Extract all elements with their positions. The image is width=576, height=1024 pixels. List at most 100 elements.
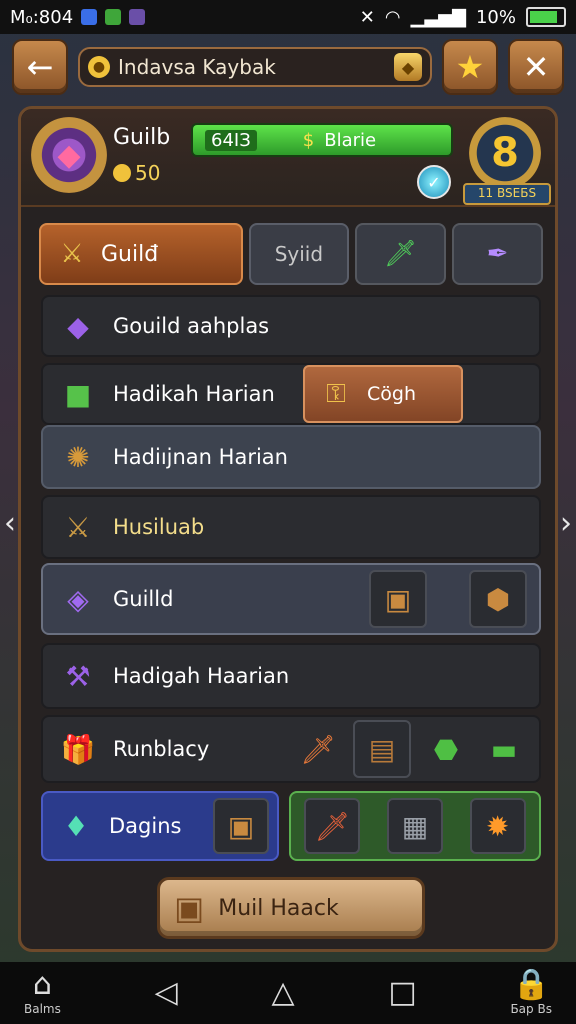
- level-number: 8: [469, 117, 541, 189]
- favorite-button[interactable]: ★: [442, 39, 498, 95]
- mute-icon: ✕: [359, 6, 375, 28]
- fire-chest-icon[interactable]: ✹: [469, 798, 526, 854]
- lock-icon: 🔒: [512, 967, 550, 1002]
- box-label: Dagins: [109, 814, 182, 838]
- purple-crystal-icon: ◈: [67, 582, 89, 616]
- gift-box-icon: 🎁: [60, 732, 96, 766]
- chest-icon: ▣: [174, 889, 205, 927]
- list-item[interactable]: ⚒ Hadigah Haarian: [41, 643, 541, 709]
- row-label: Hadiıjnan Harian: [113, 445, 288, 469]
- tab-guild[interactable]: ⚔ Guilđ: [39, 223, 243, 285]
- list-item[interactable]: ■ Hadikah Harian ⚿ Cögh: [41, 363, 541, 425]
- game-notification-icon: [129, 9, 146, 25]
- row-label: Runblacy: [113, 737, 210, 761]
- coin-value: 50: [135, 161, 161, 185]
- guild-panel: ◆ Guilb 50 64IЗ $ Blarie ✓ 8 11 BSEБS ⚔ …: [18, 106, 558, 952]
- crate-icon[interactable]: ▣: [213, 798, 269, 854]
- list-item[interactable]: ✺ Hadiıjnan Harian: [41, 425, 541, 489]
- row-label: Husiluab: [113, 515, 205, 539]
- level-plate: 11 BSEБS: [463, 183, 551, 205]
- status-time: M₀:804: [10, 6, 74, 28]
- iron-chest-icon[interactable]: ▦: [386, 798, 443, 854]
- wifi-icon: ◠: [384, 6, 401, 28]
- back-button[interactable]: ←: [12, 39, 68, 95]
- panel-header: ◆ Guilb 50 64IЗ $ Blarie ✓ 8 11 BSEБS: [21, 109, 555, 207]
- level-badge: 8 11 BSEБS: [463, 117, 551, 205]
- green-block-icon: ■: [64, 377, 92, 411]
- resource-symbol: $: [302, 129, 315, 151]
- row-label: Guilld: [113, 587, 174, 611]
- purple-hammer-icon: ⚒: [65, 659, 91, 693]
- orange-sword-icon[interactable]: 🗡: [295, 726, 341, 772]
- red-sword-icon[interactable]: 🗡: [304, 798, 361, 854]
- tab-label: Syiid: [274, 242, 324, 266]
- tab-bar: ⚔ Guilđ Syiid 🗡 ✒: [39, 223, 543, 287]
- main-action-button[interactable]: ▣ Muil Haack: [157, 877, 425, 939]
- coin-icon: [113, 164, 131, 182]
- top-bar: ← ● Indavsa Kaybak ◆ ★ ✕: [0, 34, 576, 100]
- battery-icon: [526, 7, 566, 27]
- list-item[interactable]: ◆ Gouild aahplas: [41, 295, 541, 357]
- purple-feather-icon: ✒: [486, 239, 509, 269]
- gem-orb-button[interactable]: ✓: [417, 165, 451, 199]
- golden-compass-icon: ✺: [66, 440, 90, 474]
- resource-bar: 64IЗ $ Blarie: [191, 123, 453, 157]
- green-brick-icon[interactable]: ▬: [481, 726, 527, 772]
- nav-right-label: Бар Bs: [510, 1002, 552, 1016]
- guild-emblem-icon: ◆: [31, 117, 107, 193]
- cta-label: Muil Haack: [218, 895, 339, 921]
- reward-strip: ♦ Dagins ▣ 🗡 ▦ ✹: [41, 791, 541, 863]
- arrow-left-icon: ←: [26, 48, 54, 86]
- signal-icon: ▁▃▅▇: [410, 6, 466, 28]
- tab-green-sword[interactable]: 🗡: [355, 223, 447, 285]
- nav-bar: ⌂ Balms ◁ △ □ 🔒 Бар Bs: [0, 962, 576, 1024]
- crossed-swords-icon: ⚔: [65, 510, 91, 544]
- treasure-box-icon[interactable]: ▣: [369, 570, 427, 628]
- list-item[interactable]: ⚔ Husiluab: [41, 495, 541, 559]
- list-item[interactable]: 🎁 Runblacy 🗡 ▤ ⬣ ▬: [41, 715, 541, 783]
- star-icon: ★: [455, 48, 485, 86]
- house-icon: ⌂: [32, 967, 52, 1002]
- green-sword-icon: 🗡: [384, 239, 418, 269]
- reward-items-box: 🗡 ▦ ✹: [289, 791, 541, 861]
- close-icon: ✕: [522, 48, 550, 86]
- search-text: Indavsa Kaybak: [118, 55, 276, 79]
- nav-back-button[interactable]: ◁: [155, 978, 178, 1008]
- resource-value: 64IЗ: [205, 129, 257, 151]
- resource-label: Blarie: [324, 129, 377, 151]
- shield-notification-icon: [105, 9, 122, 25]
- chevron-right-icon[interactable]: ›: [560, 506, 572, 541]
- chevron-left-icon[interactable]: ‹: [4, 506, 16, 541]
- status-bar: M₀:804 ✕ ◠ ▁▃▅▇ 10%: [0, 0, 576, 34]
- nav-profile-tab[interactable]: 🔒 Бар Bs: [510, 967, 552, 1017]
- tab-label: Guilđ: [101, 241, 159, 267]
- purple-cube-icon: ◆: [67, 309, 89, 343]
- search-bar[interactable]: ● Indavsa Kaybak ◆: [78, 47, 432, 87]
- nav-recents-button[interactable]: □: [388, 978, 416, 1008]
- tab-purple-feather[interactable]: ✒: [452, 223, 543, 285]
- dagins-box[interactable]: ♦ Dagins ▣: [41, 791, 279, 861]
- nav-home-button[interactable]: △: [271, 978, 294, 1008]
- battery-percent: 10%: [475, 6, 516, 28]
- leather-bag-icon[interactable]: ⬢: [469, 570, 527, 628]
- emerald-icon: ♦: [63, 809, 89, 843]
- shield-icon: ◆: [394, 53, 422, 81]
- row-label: Hadikah Harian: [113, 382, 275, 406]
- chip-label: Cögh: [367, 383, 416, 405]
- nav-home-tab[interactable]: ⌂ Balms: [24, 967, 61, 1017]
- app-notification-icon: [81, 9, 98, 25]
- key-icon: ⚿: [326, 378, 346, 409]
- close-button[interactable]: ✕: [508, 39, 564, 95]
- wooden-chest-icon[interactable]: ▤: [353, 720, 411, 778]
- coin-counter: 50: [113, 161, 160, 185]
- list-item[interactable]: ◈ Guilld ▣ ⬢: [41, 563, 541, 635]
- guild-title: Guilb: [113, 125, 171, 150]
- tab-syiid[interactable]: Syiid: [248, 223, 350, 285]
- coin-icon: ●: [88, 56, 110, 78]
- row-label: Hadigah Haarian: [113, 664, 290, 688]
- crossed-weapons-icon: ⚔: [60, 239, 84, 269]
- guild-chip-button[interactable]: ⚿ Cögh: [303, 365, 463, 423]
- green-ore-icon[interactable]: ⬣: [423, 726, 469, 772]
- row-label: Gouild aahplas: [113, 314, 270, 338]
- nav-left-label: Balms: [24, 1002, 61, 1016]
